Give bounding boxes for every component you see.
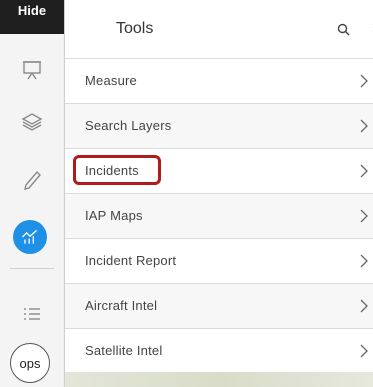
tool-item-aircraft-intel[interactable]: Aircraft Intel: [65, 283, 373, 328]
tool-item-incidents[interactable]: Incidents: [65, 148, 373, 193]
tool-item-label: Incidents: [85, 163, 139, 178]
presentation-icon[interactable]: [18, 56, 46, 84]
chevron-right-icon: [360, 299, 368, 313]
tool-item-label: Satellite Intel: [85, 343, 163, 358]
ops-button[interactable]: ops: [10, 343, 50, 383]
panel-header: Tools ×: [65, 0, 373, 58]
tool-item-search-layers[interactable]: Search Layers: [65, 103, 373, 148]
chevron-right-icon: [360, 254, 368, 268]
left-toolbar: Hide ops: [0, 0, 65, 387]
chevron-right-icon: [360, 209, 368, 223]
list-icon[interactable]: [18, 300, 46, 328]
tool-item-label: Aircraft Intel: [85, 298, 158, 313]
hide-button[interactable]: Hide: [0, 0, 64, 34]
tool-item-iap-maps[interactable]: IAP Maps: [65, 193, 373, 238]
tools-list: Measure Search Layers Incidents IAP Maps…: [65, 58, 373, 373]
chevron-right-icon: [360, 164, 368, 178]
tool-item-incident-report[interactable]: Incident Report: [65, 238, 373, 283]
divider: [10, 268, 54, 269]
pencil-icon[interactable]: [18, 165, 46, 193]
search-icon[interactable]: [336, 22, 352, 38]
tool-item-label: Search Layers: [85, 118, 172, 133]
tool-item-label: Incident Report: [85, 253, 177, 268]
tool-item-satellite-intel[interactable]: Satellite Intel: [65, 328, 373, 373]
tools-panel: Tools × Measure Search Layers Incidents …: [65, 0, 373, 387]
tool-item-label: IAP Maps: [85, 208, 143, 223]
chevron-right-icon: [360, 344, 368, 358]
panel-title: Tools: [116, 20, 154, 37]
map-background: [65, 372, 373, 387]
chevron-right-icon: [360, 119, 368, 133]
tool-item-measure[interactable]: Measure: [65, 58, 373, 103]
chevron-right-icon: [360, 74, 368, 88]
layers-icon[interactable]: [18, 108, 46, 136]
tool-item-label: Measure: [85, 73, 137, 88]
analytics-icon[interactable]: [13, 220, 47, 254]
